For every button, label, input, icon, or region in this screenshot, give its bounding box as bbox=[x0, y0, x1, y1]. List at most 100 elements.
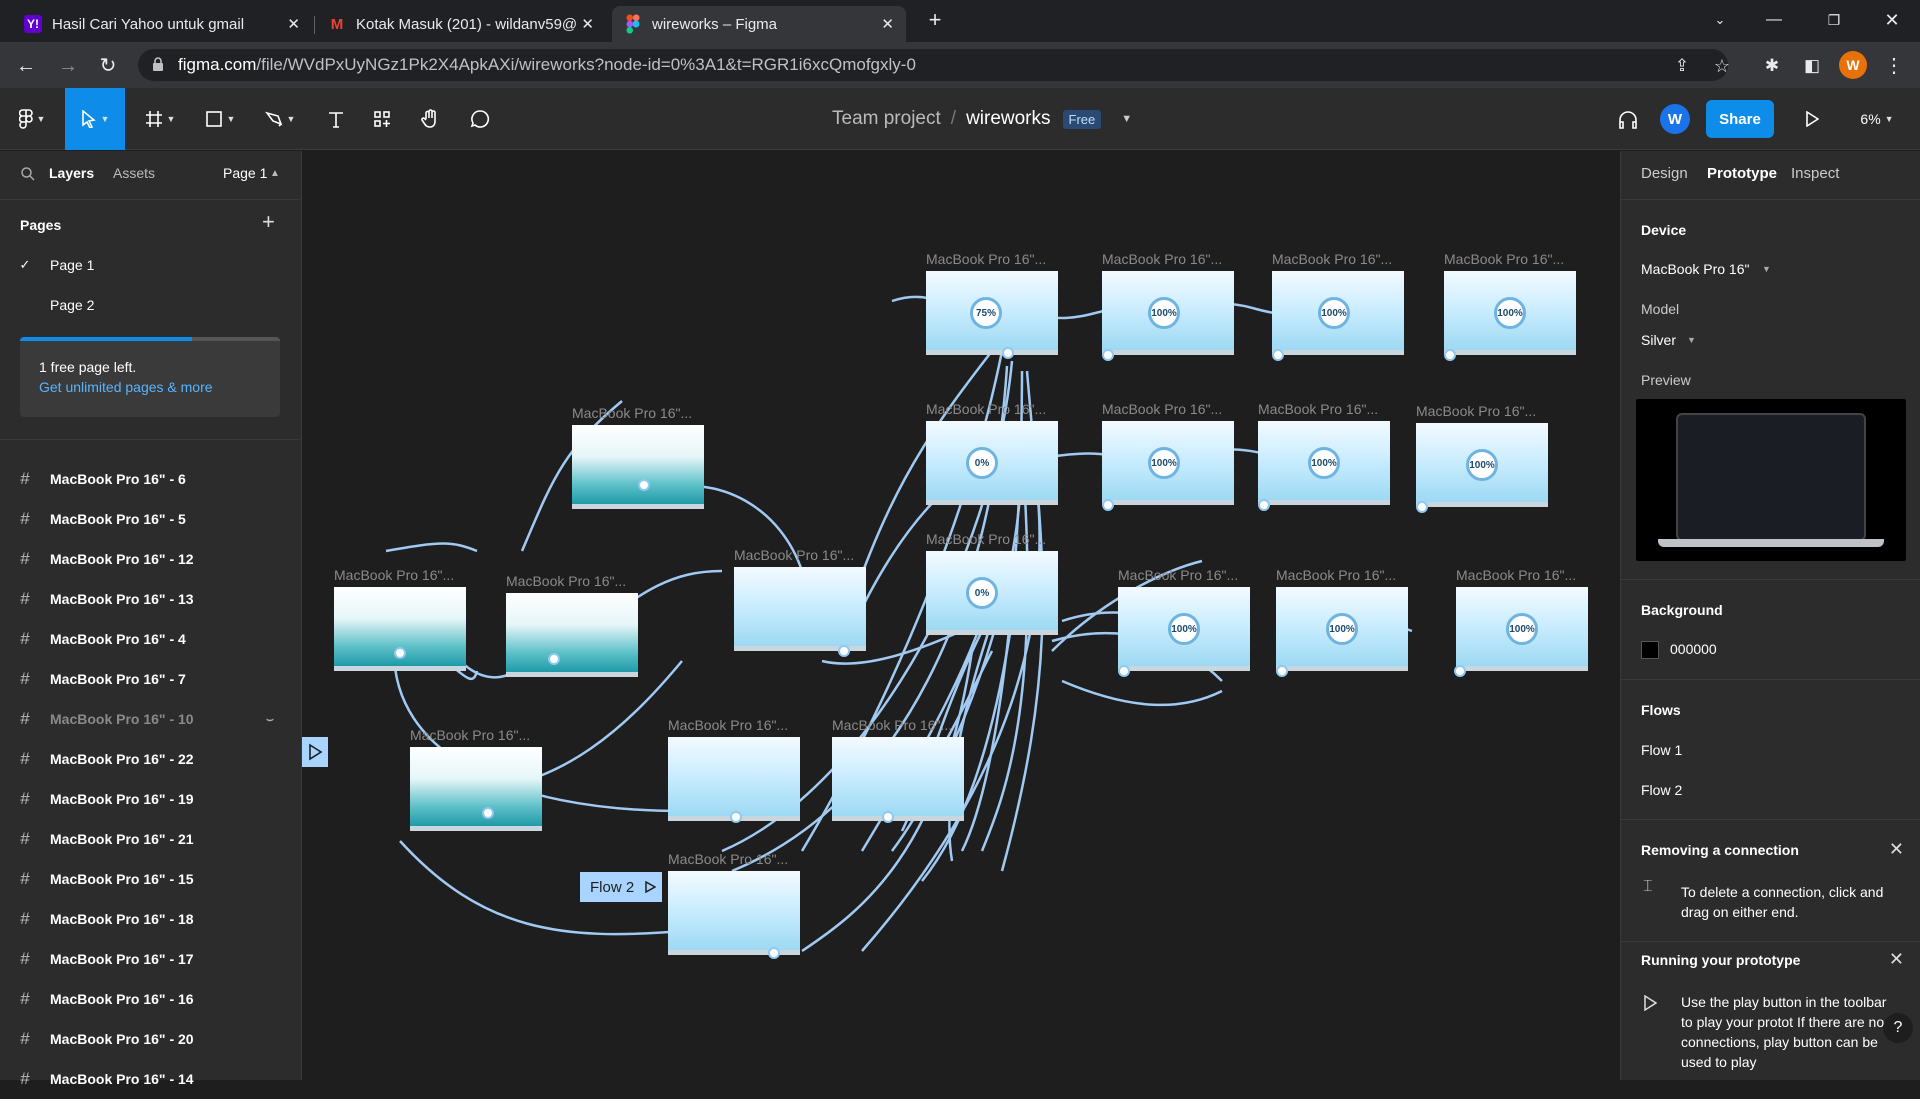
user-avatar[interactable]: W bbox=[1660, 104, 1690, 134]
profile-avatar[interactable]: W bbox=[1839, 51, 1867, 79]
frame-macbook[interactable] bbox=[734, 567, 866, 651]
frame-macbook[interactable] bbox=[832, 737, 964, 821]
layer-item[interactable]: # MacBook Pro 16" - 15 bbox=[0, 859, 300, 899]
layer-item[interactable]: # MacBook Pro 16" - 18 bbox=[0, 899, 300, 939]
browser-tab-yahoo[interactable]: Y! Hasil Cari Yahoo untuk gmail ✕ bbox=[12, 6, 312, 42]
pen-tool-button[interactable]: ▼ bbox=[256, 88, 304, 150]
flow-2-start-flag[interactable]: Flow 2 bbox=[580, 872, 662, 902]
restore-icon[interactable]: ❐ bbox=[1814, 8, 1854, 32]
frame-label[interactable]: MacBook Pro 16"... bbox=[1118, 567, 1238, 583]
frame-macbook[interactable]: 100% bbox=[1416, 423, 1548, 507]
frame-label[interactable]: MacBook Pro 16"... bbox=[334, 567, 454, 583]
frame-label[interactable]: MacBook Pro 16"... bbox=[1258, 401, 1378, 417]
plan-badge[interactable]: Free bbox=[1062, 109, 1102, 129]
layer-item[interactable]: # MacBook Pro 16" - 22 bbox=[0, 739, 300, 779]
frame-label[interactable]: MacBook Pro 16"... bbox=[1102, 251, 1222, 267]
frame-macbook[interactable] bbox=[410, 747, 542, 831]
tab-layers[interactable]: Layers bbox=[49, 165, 94, 181]
frame-macbook[interactable]: 100% bbox=[1118, 587, 1250, 671]
frame-label[interactable]: MacBook Pro 16"... bbox=[1102, 401, 1222, 417]
model-select[interactable]: Silver bbox=[1641, 332, 1676, 348]
background-hex[interactable]: 000000 bbox=[1670, 641, 1717, 657]
hand-tool-button[interactable] bbox=[410, 88, 450, 150]
layer-item[interactable]: # MacBook Pro 16" - 6 bbox=[0, 459, 300, 499]
connection-handle[interactable] bbox=[1258, 499, 1270, 511]
flow-1-start-flag[interactable] bbox=[302, 737, 328, 767]
canvas[interactable]: MacBook Pro 16"... 75% MacBook Pro 16"..… bbox=[302, 151, 1620, 1080]
frame-label[interactable]: MacBook Pro 16"... bbox=[1416, 403, 1536, 419]
frame-macbook[interactable]: 100% bbox=[1258, 421, 1390, 505]
shape-tool-button[interactable]: ▼ bbox=[196, 88, 244, 150]
frame-macbook[interactable]: 0% bbox=[926, 421, 1058, 505]
chevron-down-icon[interactable]: ▼ bbox=[1121, 113, 1132, 125]
side-panel-icon[interactable]: ◧ bbox=[1798, 52, 1826, 80]
zoom-menu[interactable]: 6% ▼ bbox=[1852, 88, 1902, 150]
chevron-up-icon[interactable]: ▲ bbox=[270, 168, 280, 179]
frame-macbook[interactable]: 100% bbox=[1444, 271, 1576, 355]
forward-icon[interactable]: → bbox=[54, 52, 82, 80]
hidden-eye-icon[interactable]: ⌣ bbox=[266, 712, 274, 727]
page-item-1[interactable]: ✓ Page 1 bbox=[0, 245, 300, 285]
browser-menu-icon[interactable]: ⋮ bbox=[1880, 52, 1908, 80]
frame-label[interactable]: MacBook Pro 16"... bbox=[506, 573, 626, 589]
frame-macbook[interactable]: 0% bbox=[926, 551, 1058, 635]
layer-item[interactable]: # MacBook Pro 16" - 7 bbox=[0, 659, 300, 699]
frame-macbook[interactable]: 100% bbox=[1456, 587, 1588, 671]
layer-item[interactable]: # MacBook Pro 16" - 4 bbox=[0, 619, 300, 659]
address-bar[interactable]: figma.com/file/WVdPxUyNGz1Pk2X4ApkAXi/wi… bbox=[138, 49, 1728, 81]
frame-label[interactable]: MacBook Pro 16"... bbox=[734, 547, 854, 563]
flow-item-2[interactable]: Flow 2 bbox=[1641, 782, 1682, 798]
frame-macbook[interactable]: 75% bbox=[926, 271, 1058, 355]
chevron-down-icon[interactable]: ▼ bbox=[1687, 335, 1696, 345]
close-icon[interactable]: ✕ bbox=[1889, 839, 1904, 860]
background-swatch[interactable] bbox=[1641, 641, 1659, 659]
close-window-icon[interactable]: ✕ bbox=[1872, 8, 1912, 32]
frame-label[interactable]: MacBook Pro 16"... bbox=[572, 405, 692, 421]
comment-tool-button[interactable] bbox=[460, 88, 500, 150]
extensions-icon[interactable]: ✱ bbox=[1758, 52, 1786, 80]
connection-handle[interactable] bbox=[1102, 499, 1114, 511]
frame-macbook[interactable]: 100% bbox=[1102, 271, 1234, 355]
resources-button[interactable] bbox=[362, 88, 402, 150]
device-select[interactable]: MacBook Pro 16" bbox=[1641, 261, 1749, 277]
frame-label[interactable]: MacBook Pro 16"... bbox=[410, 727, 530, 743]
browser-tab-gmail[interactable]: M Kotak Masuk (201) - wildanv59@ ✕ bbox=[316, 6, 606, 42]
connection-handle[interactable] bbox=[1272, 349, 1284, 361]
frame-label[interactable]: MacBook Pro 16"... bbox=[1272, 251, 1392, 267]
connection-handle[interactable] bbox=[730, 811, 742, 823]
connection-handle[interactable] bbox=[768, 947, 780, 959]
frame-label[interactable]: MacBook Pro 16"... bbox=[668, 851, 788, 867]
file-name[interactable]: wireworks bbox=[966, 108, 1050, 130]
layer-item[interactable]: # MacBook Pro 16" - 20 bbox=[0, 1019, 300, 1059]
frame-macbook[interactable]: 100% bbox=[1276, 587, 1408, 671]
layer-item[interactable]: # MacBook Pro 16" - 5 bbox=[0, 499, 300, 539]
frame-tool-button[interactable]: ▼ bbox=[136, 88, 184, 150]
frame-macbook[interactable]: 100% bbox=[1102, 421, 1234, 505]
share-button[interactable]: Share bbox=[1706, 100, 1774, 138]
close-tab-icon[interactable]: ✕ bbox=[287, 15, 300, 33]
layer-item[interactable]: # MacBook Pro 16" - 21 bbox=[0, 819, 300, 859]
team-name[interactable]: Team project bbox=[832, 108, 941, 130]
new-tab-button[interactable]: + bbox=[915, 8, 955, 32]
page-selector[interactable]: Page 1 bbox=[223, 165, 267, 181]
connection-handle[interactable] bbox=[1416, 501, 1428, 513]
layer-item[interactable]: # MacBook Pro 16" - 12 bbox=[0, 539, 300, 579]
frame-macbook[interactable] bbox=[668, 871, 800, 955]
close-icon[interactable]: ✕ bbox=[1889, 949, 1904, 970]
reload-icon[interactable]: ↻ bbox=[94, 52, 122, 80]
bookmark-star-icon[interactable]: ☆ bbox=[1708, 52, 1736, 80]
layer-item[interactable]: # MacBook Pro 16" - 17 bbox=[0, 939, 300, 979]
back-icon[interactable]: ← bbox=[12, 52, 40, 80]
connection-handle[interactable] bbox=[548, 653, 560, 665]
connection-handle[interactable] bbox=[1118, 665, 1130, 677]
connection-handle[interactable] bbox=[838, 645, 850, 657]
frame-label[interactable]: MacBook Pro 16"... bbox=[1456, 567, 1576, 583]
connection-handle[interactable] bbox=[638, 479, 650, 491]
audio-button[interactable] bbox=[1610, 88, 1646, 150]
tab-prototype[interactable]: Prototype bbox=[1707, 165, 1777, 182]
browser-tab-figma[interactable]: wireworks – Figma ✕ bbox=[612, 6, 906, 42]
search-icon[interactable] bbox=[20, 166, 36, 182]
tab-design[interactable]: Design bbox=[1641, 165, 1688, 182]
tab-search-icon[interactable]: ⌄ bbox=[1700, 8, 1740, 32]
layer-item[interactable]: # MacBook Pro 16" - 14 bbox=[0, 1059, 300, 1099]
